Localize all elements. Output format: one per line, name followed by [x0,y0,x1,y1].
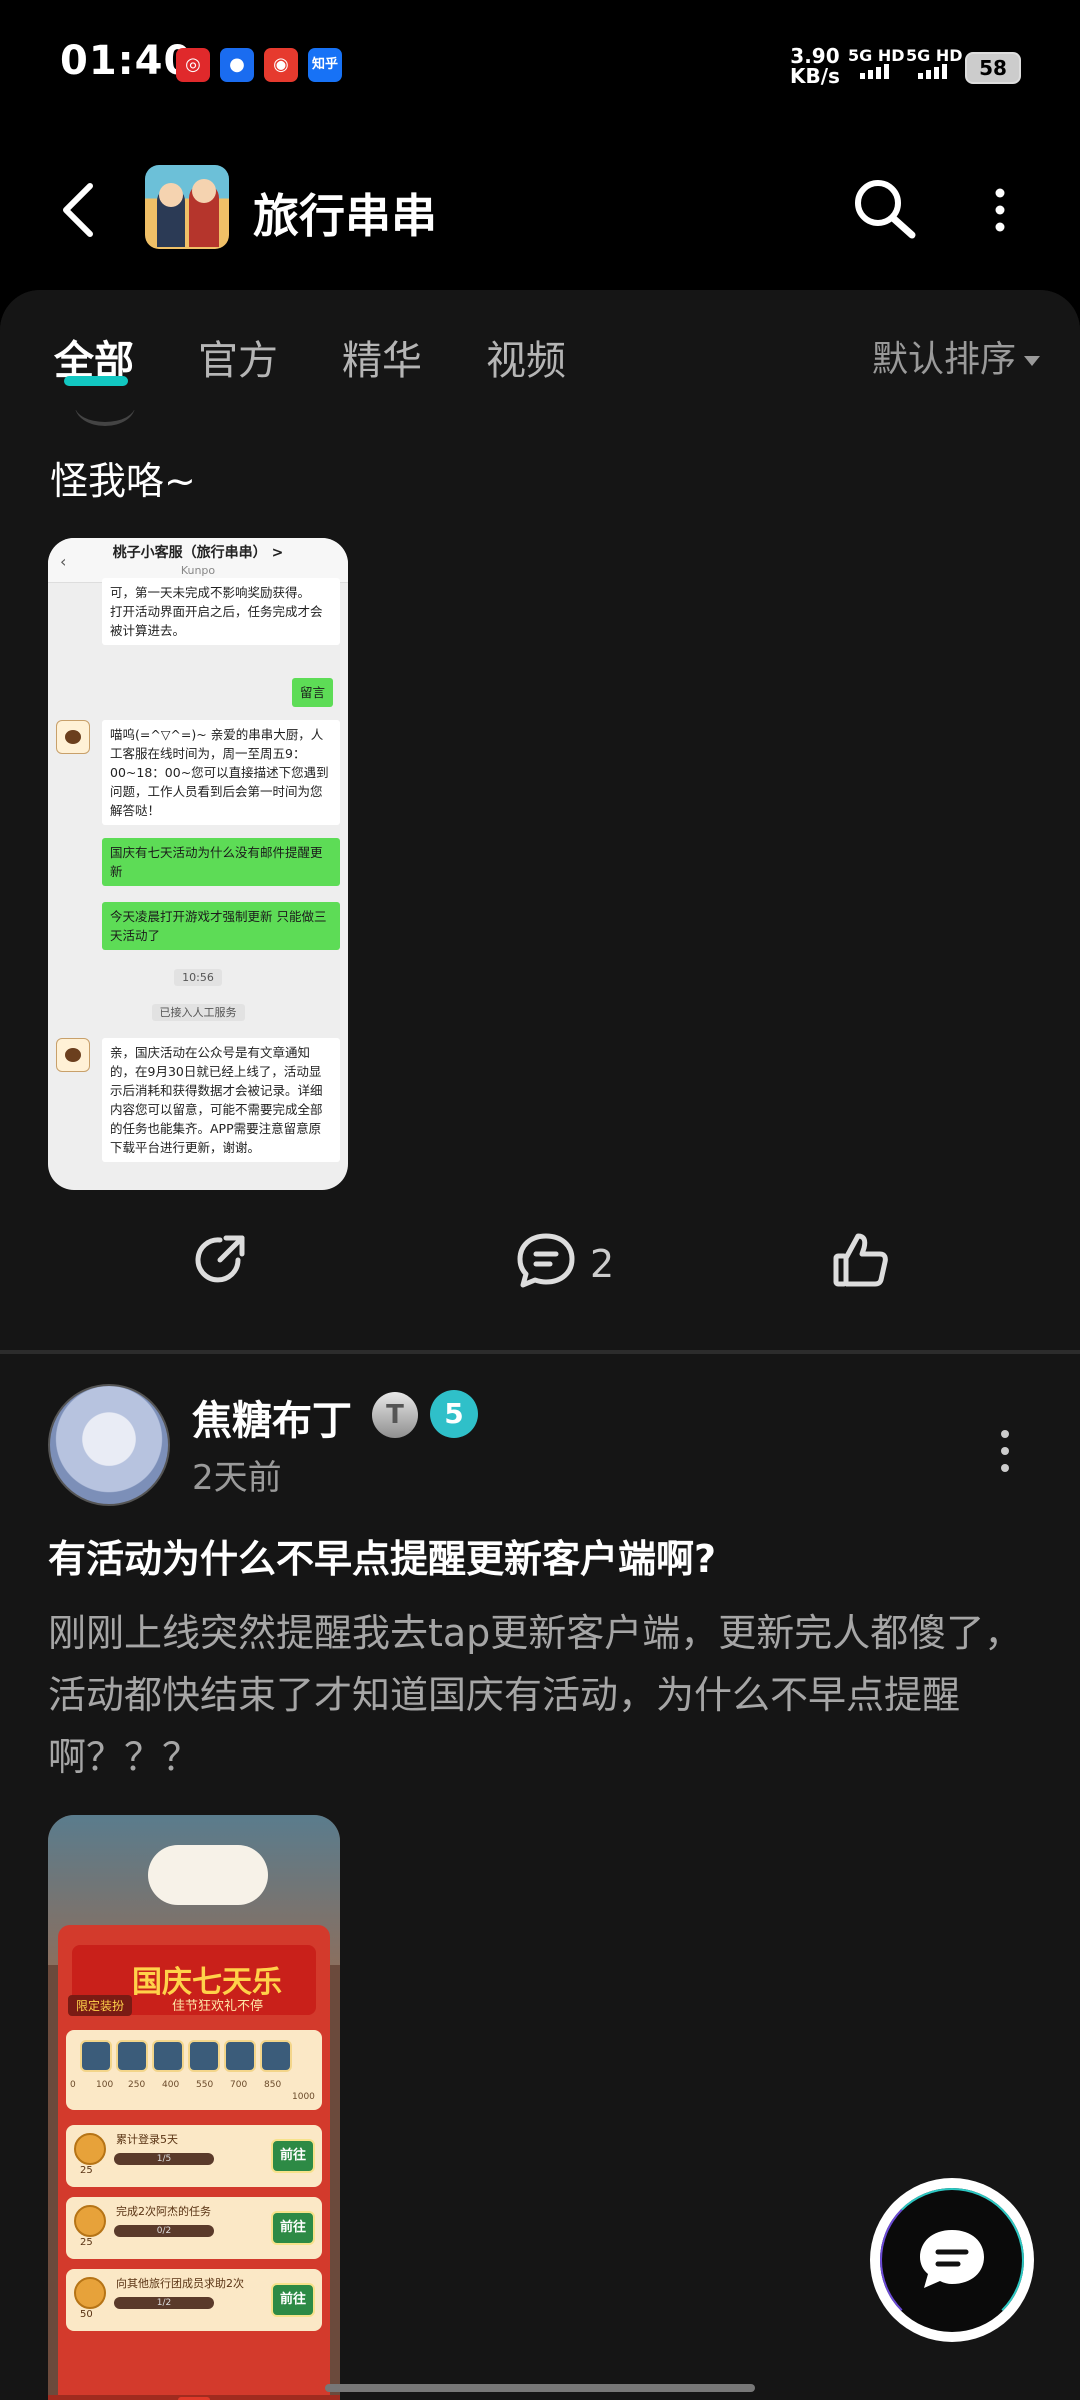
tab-official[interactable]: 官方 [198,328,278,386]
reward-cloud [148,1845,268,1905]
zhihu-icon: 知乎 [308,48,342,82]
reward-track: 0 100 250 400 550 700 850 1000 [66,2030,322,2110]
share-icon[interactable] [190,1230,250,1290]
app-header: 旅行串串 [0,130,1080,290]
active-tab-indicator [64,376,128,386]
tab-video[interactable]: 视频 [486,328,566,386]
community-title: 旅行串串 [253,189,437,243]
chat-bubble: 可，第一天未完成不影响奖励获得。 打开活动界面开启之后，任务完成才会被计算进去。 [102,578,340,645]
comment-count[interactable]: 2 [590,1242,614,1286]
tab-featured[interactable]: 精华 [342,328,422,386]
post-time: 2天前 [192,1458,282,1498]
chat-bubble: 亲，国庆活动在公众号是有文章通知的，在9月30日就已经上线了，活动显示后消耗和获… [102,1038,340,1162]
sim1-label: 5G HD [848,46,905,65]
more-options-icon[interactable] [985,185,1015,235]
post-text[interactable]: 怪我咯~ [50,450,196,505]
task-row: 25 累计登录5天 1/5 前往 [66,2125,322,2187]
go-button: 前往 [271,2211,315,2245]
go-button: 前往 [271,2139,315,2173]
chat-bubble: 国庆有七天活动为什么没有邮件提醒更新 [102,838,340,886]
go-button: 前往 [271,2283,315,2317]
post-image[interactable]: ‹ 桃子小客服（旅行串串） > Kunpo 可，第一天未完成不影响奖励获得。 打… [48,538,348,1190]
back-arrow-icon[interactable] [58,180,98,240]
event-panel: 国庆七天乐 佳节狂欢礼不停 限定装扮 0 100 250 400 550 700… [58,1925,330,2400]
post-actions: 2 [0,1190,1080,1340]
community-logo[interactable] [145,165,229,249]
sim2-label: 5G HD [906,46,963,65]
qq-browser-icon: ● [220,48,254,82]
chat-bubble: 今天凌晨打开游戏才强制更新 只能做三天活动了 [102,902,340,950]
net-speed-unit: KB/s [790,64,840,88]
chat-subtitle: Kunpo [180,564,216,577]
post-title[interactable]: 有活动为什么不早点提醒更新客户端啊? [48,1528,716,1583]
title-badge-icon[interactable]: T [372,1392,418,1438]
status-bar: 01:40 ◎ ● ◉ 知乎 3.90 KB/s 5G HD 5G HD 58 [0,0,1080,130]
feed-container: 怪我咯~ ‹ 桃子小客服（旅行串串） > Kunpo 可，第一天未完成不影响奖励… [0,290,1080,2400]
username[interactable]: 焦糖布丁 [192,1388,352,1446]
task-row: 25 完成2次阿杰的任务 0/2 前往 [66,2197,322,2259]
signal-icon [860,64,889,79]
task-row: 50 向其他旅行团成员求助2次 1/2 前往 [66,2269,322,2331]
home-indicator[interactable] [325,2384,755,2392]
status-time: 01:40 [60,38,193,84]
chat-time: 10:56 [174,969,222,986]
post-divider [0,1350,1080,1354]
tab-bar: 全部 官方 精华 视频 默认排序 [0,290,1080,410]
chat-fab-button[interactable] [870,2178,1034,2342]
post-more-icon[interactable] [995,1426,1015,1476]
search-icon[interactable] [850,175,920,245]
post-image[interactable]: 国庆七天乐 佳节狂欢礼不停 限定装扮 0 100 250 400 550 700… [48,1815,340,2400]
caret-down-icon [1024,356,1041,366]
netease-music-icon: ◎ [176,48,210,82]
signal-icon [918,64,947,79]
sort-label: 默认排序 [872,339,1017,380]
weibo-icon: ◉ [264,48,298,82]
sort-dropdown[interactable]: 默认排序 [872,330,1041,382]
agent-avatar [56,720,90,754]
event-tag: 限定装扮 [68,1995,133,2016]
chat-bubble: 喵呜(=^▽^=)~ 亲爱的串串大厨，人工客服在线时间为，周一至周五9：00~1… [102,720,340,825]
agent-avatar [56,1038,90,1072]
event-subtitle: 佳节狂欢礼不停 [172,1999,264,2014]
avatar[interactable] [48,1384,170,1506]
battery-icon: 58 [965,52,1021,84]
chat-title: 桃子小客服（旅行串串） [112,545,267,561]
chat-header: ‹ 桃子小客服（旅行串串） > Kunpo [48,538,348,583]
chevron-right-icon: > [271,545,284,561]
level-badge-icon[interactable]: 5 [430,1390,478,1438]
net-speed-value: 3.90 [790,44,840,68]
comment-icon[interactable] [514,1230,578,1290]
net-speed: 3.90 KB/s [790,46,840,86]
days-strip: 5天 [48,2395,340,2400]
chat-bubble-icon [920,2230,984,2288]
like-icon[interactable] [830,1230,890,1290]
chat-bubble: 留言 [292,678,334,707]
post-body[interactable]: 刚刚上线突然提醒我去tap更新客户端，更新完人都傻了，活动都快结束了才知道国庆有… [48,1602,1038,1788]
chat-status: 已接入人工服务 [151,1004,245,1021]
